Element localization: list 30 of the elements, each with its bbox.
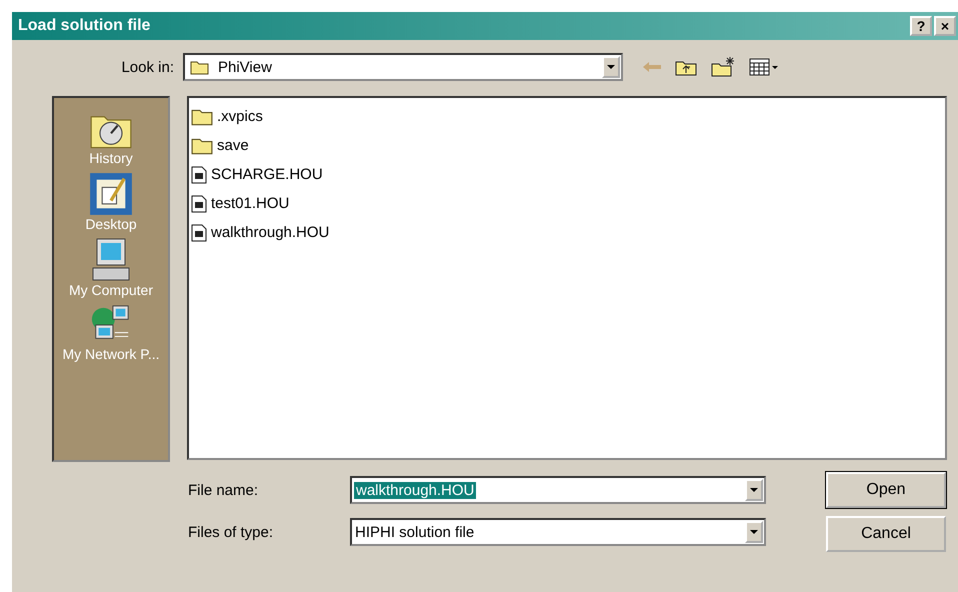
look-in-dropdown[interactable]: PhiView <box>183 53 623 81</box>
look-in-label: Look in: <box>120 58 175 76</box>
folder-icon <box>191 136 213 154</box>
folder-icon <box>191 108 213 126</box>
document-icon <box>191 224 207 242</box>
file-item[interactable]: walkthrough.HOU <box>191 218 945 247</box>
view-menu-icon[interactable] <box>749 58 779 76</box>
document-icon <box>191 166 207 184</box>
file-type-label: Files of type: <box>188 524 274 540</box>
open-button[interactable]: Open <box>826 472 946 508</box>
desktop-icon <box>88 172 133 216</box>
computer-icon <box>91 238 131 282</box>
file-type-dropdown[interactable]: HIPHI solution file <box>350 518 766 546</box>
file-item[interactable]: test01.HOU <box>191 189 945 218</box>
place-label: My Computer <box>68 282 154 298</box>
help-button[interactable]: ? <box>910 16 932 36</box>
place-label: Desktop <box>85 216 137 232</box>
place-label: My Network P... <box>62 346 160 362</box>
new-folder-icon[interactable] <box>711 57 735 77</box>
cancel-button[interactable]: Cancel <box>826 516 946 552</box>
place-label: History <box>89 150 133 166</box>
window-title: Load solution file <box>18 17 150 35</box>
file-item[interactable]: .xvpics <box>191 102 945 131</box>
document-icon <box>191 194 207 212</box>
file-name-field[interactable]: walkthrough.HOU <box>350 476 766 504</box>
folder-icon <box>189 59 211 75</box>
close-button[interactable]: × <box>934 16 956 36</box>
file-item[interactable]: save <box>191 131 945 160</box>
file-name-label: File name: <box>188 482 260 498</box>
file-item[interactable]: SCHARGE.HOU <box>191 160 945 189</box>
